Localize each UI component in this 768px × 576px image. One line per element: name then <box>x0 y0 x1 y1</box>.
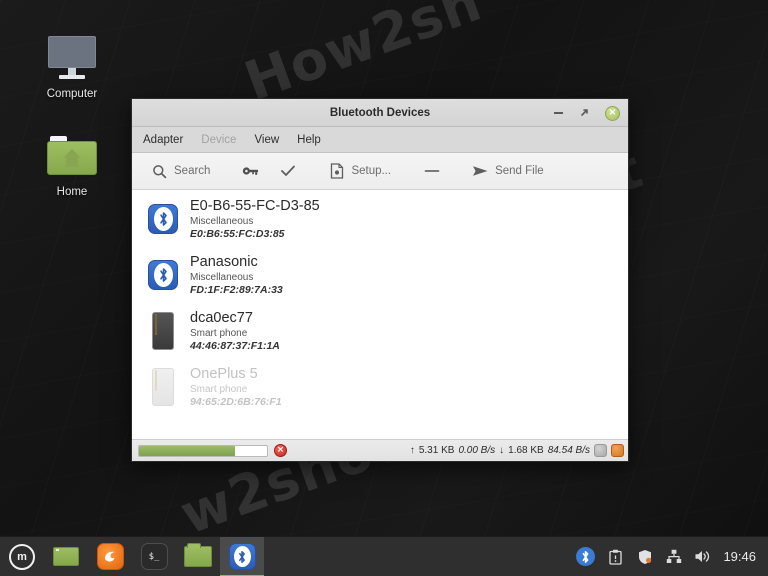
toolbar-trust-button[interactable] <box>272 160 303 183</box>
toolbar-send-file-button[interactable]: Send File <box>465 160 551 183</box>
smartphone-icon <box>146 309 180 353</box>
maximize-icon[interactable] <box>578 106 592 120</box>
taskbar-clock[interactable]: 19:46 <box>723 549 756 564</box>
menu-item-view[interactable]: View <box>254 134 279 146</box>
device-type: Smart phone <box>190 327 248 339</box>
download-arrow-icon: ↓ <box>499 445 505 456</box>
transfer-progress-bar <box>138 444 268 457</box>
folder-icon <box>184 543 212 567</box>
network-tray-icon[interactable] <box>665 548 682 565</box>
window-icon <box>53 547 79 566</box>
search-icon <box>151 163 168 180</box>
toolbar-remove-button[interactable] <box>416 160 447 183</box>
menu-item-adapter[interactable]: Adapter <box>143 134 183 146</box>
desktop-icon-home[interactable]: Home <box>24 130 120 198</box>
mint-menu-button[interactable]: m <box>0 537 44 576</box>
terminal-icon: $_ <box>140 543 168 570</box>
bluetooth-tray-icon[interactable] <box>576 547 596 566</box>
minimize-icon[interactable] <box>551 106 565 120</box>
key-icon <box>242 163 259 180</box>
upload-rate: 0.00 B/s <box>458 445 496 456</box>
watermark: How2sh <box>236 0 490 114</box>
toolbar: Search Setup... Send File <box>132 153 628 190</box>
device-type: Miscellaneous <box>190 271 254 283</box>
taskbar-item-terminal[interactable]: $_ <box>132 537 176 576</box>
bluetooth-device-icon <box>146 253 180 297</box>
terminal-glyph: $_ <box>148 551 160 562</box>
setup-document-icon <box>328 163 345 180</box>
device-mac: FD:1F:F2:89:7A:33 <box>190 283 283 296</box>
system-tray: 19:46 <box>576 547 768 566</box>
list-item[interactable]: dca0ec77 Smart phone 44:46:87:37:F1:1A <box>132 302 628 358</box>
device-type: Smart phone <box>190 383 248 395</box>
toolbar-send-file-label: Send File <box>495 165 544 177</box>
list-item[interactable]: E0-B6-55-FC-D3-85 Miscellaneous E0:B6:55… <box>132 190 628 246</box>
desktop-icon-label: Home <box>56 186 88 198</box>
desktop-icon-label: Computer <box>46 88 98 100</box>
cancel-glyph: × <box>276 445 285 455</box>
taskbar-item-firefox[interactable] <box>88 537 132 576</box>
list-item[interactable]: Panasonic Miscellaneous FD:1F:F2:89:7A:3… <box>132 246 628 302</box>
close-icon[interactable]: × <box>605 105 620 121</box>
transfer-stats: ↑ 5.31 KB 0.00 B/s ↓ 1.68 KB 84.54 B/s <box>410 444 624 457</box>
clipboard-tray-icon[interactable] <box>607 548 624 565</box>
computer-monitor-icon <box>24 32 120 84</box>
upload-total: 5.31 KB <box>418 445 455 456</box>
device-list[interactable]: E0-B6-55-FC-D3-85 Miscellaneous E0:B6:55… <box>132 190 628 439</box>
toolbar-pair-button[interactable] <box>235 160 266 183</box>
toolbar-setup-button[interactable]: Setup... <box>321 160 398 183</box>
toolbar-search-label: Search <box>174 165 211 177</box>
device-name: E0-B6-55-FC-D3-85 <box>190 198 320 214</box>
mint-menu-icon: m <box>9 543 35 570</box>
menu-item-help[interactable]: Help <box>297 134 321 146</box>
update-shield-tray-icon[interactable] <box>636 548 653 565</box>
volume-tray-icon[interactable] <box>694 548 711 565</box>
minus-icon <box>423 163 440 180</box>
mint-menu-letter: m <box>17 550 27 563</box>
bluetooth-device-icon <box>146 197 180 241</box>
smartphone-icon <box>146 365 180 409</box>
check-icon <box>279 163 296 180</box>
download-total: 1.68 KB <box>508 445 544 456</box>
home-folder-icon <box>24 130 120 182</box>
toolbar-search-button[interactable]: Search <box>144 160 217 183</box>
window-statusbar: × ↑ 5.31 KB 0.00 B/s ↓ 1.68 KB 84.54 B/s <box>132 439 628 461</box>
taskbar-item-bluetooth[interactable] <box>220 536 264 576</box>
upload-arrow-icon: ↑ <box>409 445 415 456</box>
menubar: Adapter Device View Help <box>132 127 628 153</box>
window-controls: × <box>551 99 620 127</box>
globe-icon[interactable] <box>594 444 607 457</box>
taskbar: m $_ 19:46 <box>0 536 768 576</box>
firefox-icon <box>96 543 124 570</box>
device-type: Miscellaneous <box>190 215 254 227</box>
device-name: Panasonic <box>190 254 258 270</box>
device-mac: 44:46:87:37:F1:1A <box>190 339 280 352</box>
cancel-transfer-button[interactable]: × <box>274 444 287 457</box>
send-file-icon <box>472 163 489 180</box>
device-mac: E0:B6:55:FC:D3:85 <box>190 227 285 240</box>
taskbar-item-files[interactable] <box>176 537 220 576</box>
transfer-progress-fill <box>139 445 235 456</box>
device-name: dca0ec77 <box>190 310 253 326</box>
device-name: OnePlus 5 <box>190 366 258 382</box>
bluetooth-devices-window: Bluetooth Devices × Adapter Device View … <box>131 98 629 462</box>
transfer-icon[interactable] <box>611 444 624 457</box>
window-titlebar[interactable]: Bluetooth Devices × <box>132 99 628 127</box>
close-glyph: × <box>608 107 617 118</box>
download-rate: 84.54 B/s <box>547 445 590 456</box>
bluetooth-icon <box>228 543 256 570</box>
taskbar-item-show-desktop[interactable] <box>44 537 88 576</box>
desktop-icon-computer[interactable]: Computer <box>24 32 120 100</box>
menu-item-device: Device <box>201 133 237 146</box>
toolbar-setup-label: Setup... <box>351 165 392 177</box>
device-mac: 94:65:2D:6B:76:F1 <box>190 395 282 408</box>
list-item[interactable]: OnePlus 5 Smart phone 94:65:2D:6B:76:F1 <box>132 358 628 414</box>
